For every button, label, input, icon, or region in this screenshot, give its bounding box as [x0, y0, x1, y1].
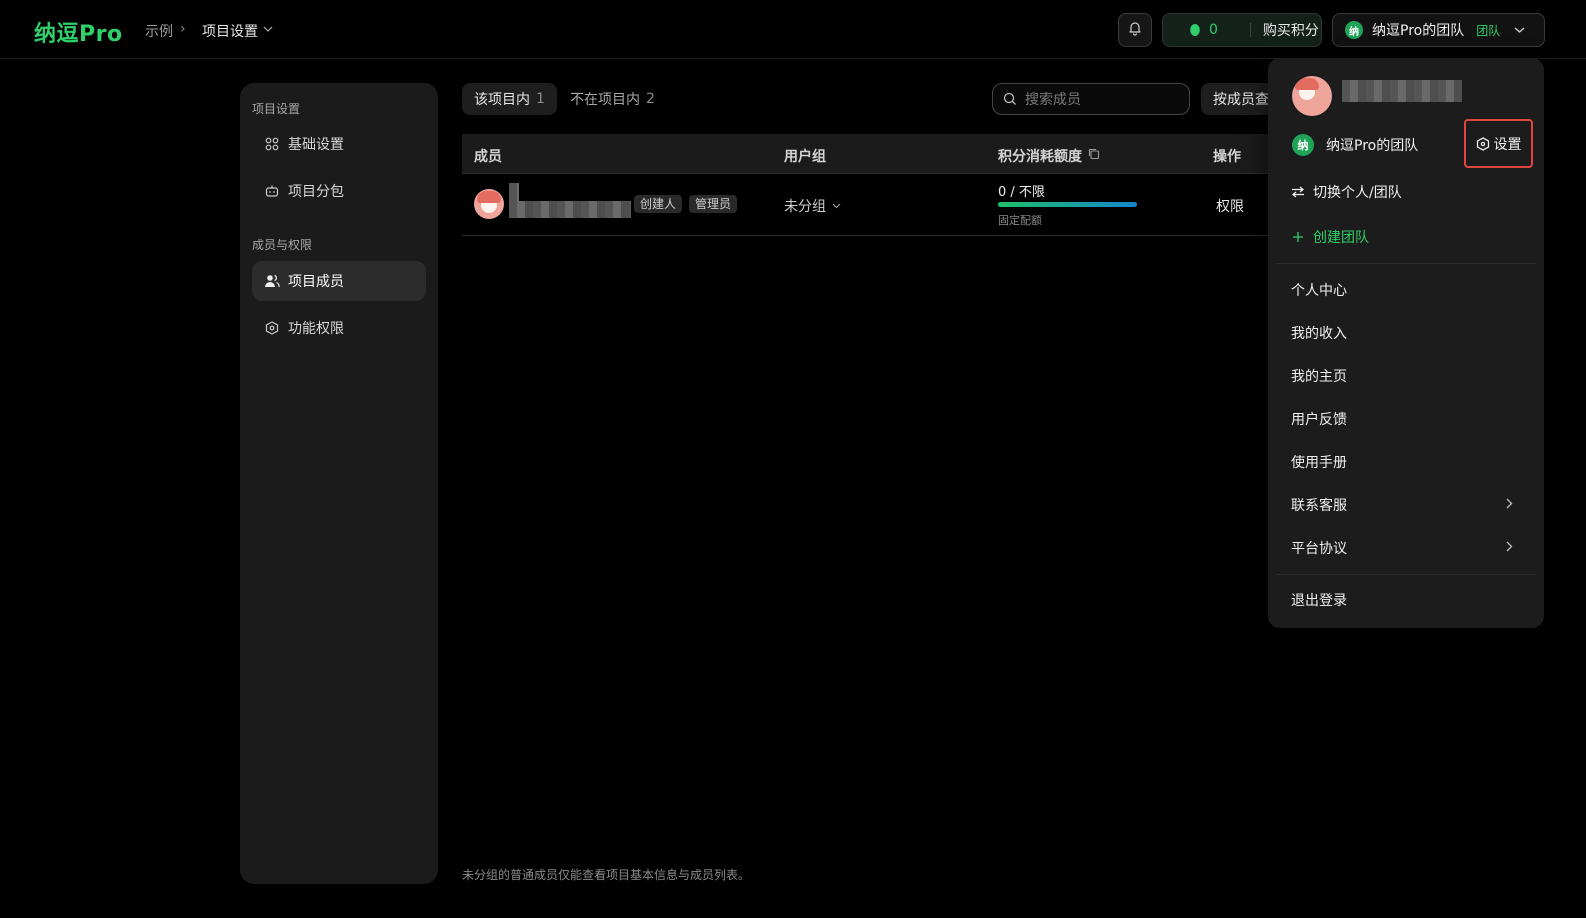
tab-in-project[interactable]: 该项目内 1: [462, 83, 557, 115]
column-header: 操作: [1213, 149, 1241, 165]
team-name: 纳逗Pro的团队: [1372, 23, 1465, 39]
users-icon: [264, 273, 280, 289]
bean-icon: [1188, 21, 1202, 39]
column-header: 用户组: [784, 149, 826, 165]
team-name: 纳逗Pro的团队: [1326, 138, 1419, 154]
chevron-right-icon: [1506, 497, 1513, 513]
column-header: 成员: [474, 149, 502, 165]
sidebar-item-basic-settings[interactable]: 基础设置: [252, 124, 426, 164]
quota-progress-fill: [998, 202, 1137, 207]
notification-button[interactable]: [1118, 13, 1152, 47]
sidebar-item-label: 功能权限: [288, 321, 344, 337]
grid-icon: [264, 136, 280, 152]
redacted-name: [509, 183, 519, 201]
sidebar-item-permissions[interactable]: 功能权限: [252, 308, 426, 348]
team-avatar: 纳: [1345, 21, 1363, 39]
redacted-name: [509, 201, 631, 218]
team-selector[interactable]: 纳 纳逗Pro的团队 团队: [1332, 13, 1545, 47]
creator-badge: 创建人: [634, 195, 683, 213]
points-widget[interactable]: 0 购买积分: [1162, 13, 1322, 47]
divider: [1249, 23, 1251, 37]
buy-points-button[interactable]: 购买积分: [1263, 20, 1319, 40]
avatar: [474, 189, 504, 219]
chevron-down-icon: [832, 203, 841, 209]
menu-item-my-homepage[interactable]: 我的主页: [1291, 366, 1347, 386]
redacted-username: [1342, 80, 1462, 102]
current-team[interactable]: 纳 纳逗Pro的团队: [1292, 134, 1418, 156]
points-value: 0: [1209, 22, 1218, 38]
table-header: 成员 用户组 积分消耗额度 操作: [462, 134, 1281, 174]
quota-value: 0 / 不限: [998, 185, 1045, 200]
permission-button[interactable]: 权限: [1216, 196, 1244, 216]
sidebar: 项目设置 基础设置 项目分包 成员与权限 项目成员 功能权限: [240, 83, 438, 884]
team-badge: 团队: [1476, 23, 1501, 38]
menu-item-feedback[interactable]: 用户反馈: [1291, 409, 1347, 429]
admin-badge: 管理员: [689, 195, 738, 213]
tab-label: 不在项目内: [570, 92, 640, 108]
menu-item-contact-support[interactable]: 联系客服: [1291, 495, 1347, 515]
footnote: 未分组的普通成员仅能查看项目基本信息与成员列表。: [462, 868, 751, 882]
quota-progress-bar: [998, 202, 1137, 207]
menu-item-platform-agreement[interactable]: 平台协议: [1291, 538, 1347, 558]
sidebar-item-members[interactable]: 项目成员: [252, 261, 426, 301]
tab-not-in-project[interactable]: 不在项目内 2: [560, 83, 665, 115]
sidebar-item-label: 项目分包: [288, 184, 344, 200]
logout-button[interactable]: 退出登录: [1291, 590, 1347, 610]
team-avatar: 纳: [1292, 134, 1314, 156]
divider: [1276, 263, 1536, 264]
create-team-button[interactable]: 创建团队: [1291, 227, 1369, 247]
table-row: 创建人 管理员 未分组 0 / 不限 固定配额 权限: [462, 174, 1281, 236]
settings-label: 设置: [1493, 136, 1522, 153]
sidebar-item-label: 基础设置: [288, 137, 344, 153]
sidebar-section-title: 成员与权限: [252, 238, 313, 252]
chevron-down-icon[interactable]: [263, 23, 273, 36]
search-input[interactable]: 搜索成员: [992, 83, 1190, 115]
hexagon-icon: [264, 320, 280, 336]
team-settings-button[interactable]: 设置: [1464, 119, 1533, 168]
app-logo[interactable]: 纳逗Pro: [34, 16, 123, 48]
switch-account-label: 切换个人/团队: [1313, 185, 1402, 201]
sidebar-item-subpackage[interactable]: 项目分包: [252, 171, 426, 211]
bell-icon: [1127, 20, 1143, 40]
chevron-down-icon: [1514, 24, 1525, 37]
plus-icon: [1291, 231, 1305, 243]
divider: [1276, 574, 1536, 575]
swap-icon: [1291, 186, 1305, 198]
copy-icon[interactable]: [1088, 148, 1100, 164]
user-avatar: [1292, 76, 1332, 116]
breadcrumb-root[interactable]: 示例: [145, 21, 173, 41]
search-placeholder: 搜索成员: [1025, 92, 1081, 108]
menu-item-manual[interactable]: 使用手册: [1291, 452, 1347, 472]
user-group-select[interactable]: 未分组: [784, 196, 841, 216]
breadcrumb-current[interactable]: 项目设置: [202, 21, 258, 41]
robot-icon: [264, 183, 280, 199]
menu-item-personal-center[interactable]: 个人中心: [1291, 280, 1347, 300]
sidebar-item-label: 项目成员: [288, 274, 344, 290]
user-group-value: 未分组: [784, 199, 826, 215]
search-icon: [1003, 92, 1017, 106]
sidebar-section-title: 项目设置: [252, 102, 301, 116]
menu-item-my-income[interactable]: 我的收入: [1291, 323, 1347, 343]
breadcrumb-separator-icon: ›: [180, 21, 186, 37]
settings-hexagon-icon: [1476, 136, 1490, 151]
tab-count: 2: [646, 91, 655, 107]
tab-label: 该项目内: [474, 92, 530, 108]
column-header: 积分消耗额度: [998, 149, 1082, 165]
chevron-right-icon: [1506, 540, 1513, 556]
switch-account-button[interactable]: 切换个人/团队: [1291, 182, 1402, 202]
create-team-label: 创建团队: [1313, 230, 1369, 246]
quota-note: 固定配额: [998, 214, 1042, 227]
tab-count: 1: [536, 91, 545, 107]
account-dropdown-menu: 纳 纳逗Pro的团队 设置 切换个人/团队 创建团队 个人中心 我的收入 我的主…: [1268, 58, 1544, 628]
